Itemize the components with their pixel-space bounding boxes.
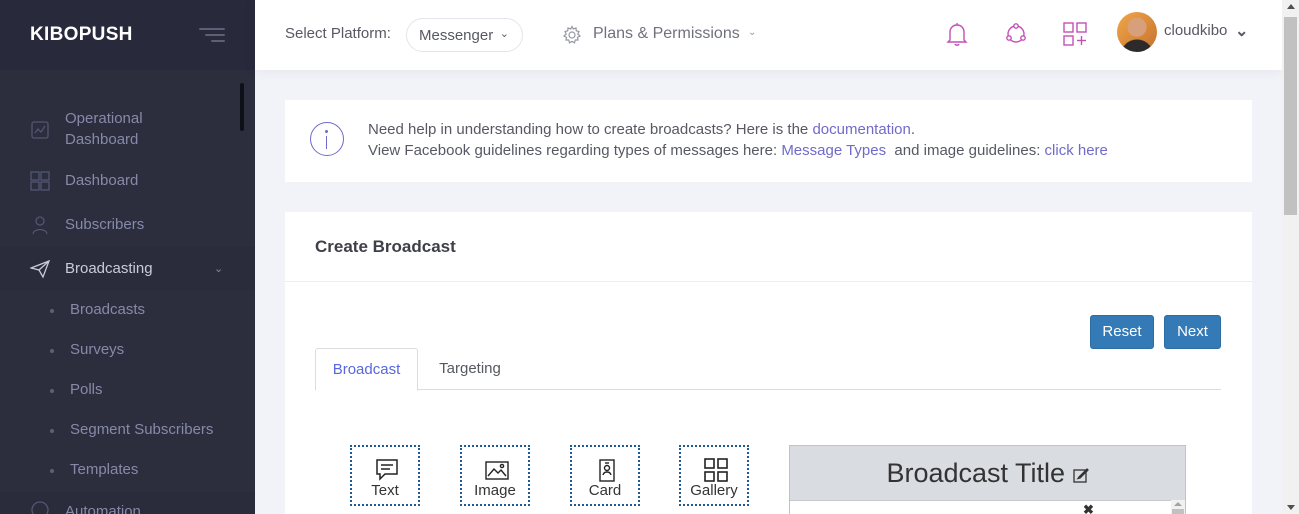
sidebar-item-label: Subscribers (65, 216, 145, 233)
edit-icon[interactable] (1072, 467, 1089, 483)
scroll-down-icon[interactable] (1287, 505, 1295, 510)
brand-logo: KIBOPUSH (30, 24, 133, 45)
bullet-icon (50, 309, 54, 313)
topbar: Select Platform: Messenger ⌄ Plans & Per… (255, 0, 1282, 70)
id-card-icon (599, 459, 615, 482)
documentation-link[interactable]: documentation (812, 121, 910, 138)
image-guidelines-link[interactable]: click here (1045, 142, 1108, 159)
page-title: Create Broadcast (315, 237, 456, 256)
component-label: Card (588, 482, 622, 499)
close-icon[interactable]: ✖ (1083, 502, 1094, 514)
bell-icon[interactable] (945, 21, 969, 47)
chevron-down-icon: ⌄ (1235, 23, 1249, 40)
avatar (1117, 12, 1157, 52)
info-icon (310, 122, 344, 156)
image-icon (485, 461, 509, 480)
sidebar-item-label: Operational Dashboard (65, 110, 143, 148)
preview-title[interactable]: Broadcast Title (790, 458, 1185, 489)
message-types-link[interactable]: Message Types (781, 142, 886, 159)
sidebar-item-dashboard[interactable]: Dashboard (0, 170, 255, 192)
component-card-button[interactable]: Card (570, 445, 640, 506)
info-text: Need help in understanding how to create… (368, 121, 813, 138)
tab-targeting[interactable]: Targeting (425, 348, 515, 390)
sidebar-subitem-surveys[interactable]: Surveys (0, 331, 255, 371)
sidebar-item-broadcasting[interactable]: Broadcasting ⌄ (0, 247, 255, 291)
component-image-button[interactable]: Image (460, 445, 530, 506)
component-label: Image (474, 482, 516, 499)
info-line-1: Need help in understanding how to create… (368, 121, 915, 138)
automation-icon (31, 501, 49, 514)
sidebar-subitem-templates[interactable]: Templates (0, 451, 255, 491)
sidebar-subitem-label: Polls (70, 381, 103, 398)
next-button[interactable]: Next (1164, 315, 1221, 349)
sidebar-item-automation[interactable]: Automation (0, 492, 255, 514)
preview-scrollbar[interactable] (1171, 500, 1185, 514)
brand-bar: KIBOPUSH (0, 0, 255, 70)
info-text: and image guidelines: (886, 142, 1045, 159)
card-header: Create Broadcast (285, 212, 1252, 282)
hamburger-icon[interactable] (199, 26, 225, 44)
platform-select[interactable]: Messenger ⌄ (406, 18, 523, 52)
sidebar-subitem-label: Broadcasts (70, 301, 146, 318)
bullet-icon (50, 389, 54, 393)
bullet-icon (50, 429, 54, 433)
sidebar-item-label: Dashboard (65, 172, 139, 189)
component-text-button[interactable]: Text (350, 445, 420, 506)
component-label: Text (371, 482, 399, 499)
paper-plane-icon (30, 259, 50, 279)
component-label: Gallery (690, 482, 738, 499)
grid-icon (30, 171, 50, 191)
chevron-down-icon: ⌄ (748, 27, 757, 38)
sidebar-subitem-broadcasts[interactable]: Broadcasts (0, 291, 255, 331)
page-scrollbar[interactable] (1282, 0, 1299, 514)
preview-title-text: Broadcast Title (886, 458, 1066, 488)
broadcast-preview: Broadcast Title ✖ (789, 445, 1186, 514)
message-icon (376, 459, 398, 481)
bullet-icon (50, 349, 54, 353)
sidebar-subitem-label: Surveys (70, 341, 125, 358)
tab-broadcast[interactable]: Broadcast (315, 348, 418, 391)
info-text: . (910, 121, 916, 138)
sidebar-subitem-label: Segment Subscribers (70, 421, 214, 438)
scroll-up-icon[interactable] (1287, 4, 1295, 9)
broadcast-tabs: Broadcast Targeting (315, 348, 1221, 391)
reset-button[interactable]: Reset (1090, 315, 1154, 349)
user-menu[interactable]: cloudkibo ⌄ (1117, 12, 1257, 52)
preview-body (790, 500, 1185, 514)
sidebar-subitem-segment-subscribers[interactable]: Segment Subscribers (0, 411, 255, 451)
sidebar-subitem-polls[interactable]: Polls (0, 371, 255, 411)
platform-select-value: Messenger (419, 27, 494, 44)
gallery-grid-icon (704, 458, 728, 482)
sidebar-item-label: Automation (65, 503, 141, 514)
chevron-down-icon: ⌄ (499, 28, 509, 40)
scroll-thumb[interactable] (1172, 509, 1184, 514)
user-icon (32, 216, 48, 235)
chart-board-icon (31, 121, 49, 139)
sidebar-item-label: Broadcasting (65, 260, 153, 277)
platform-label: Select Platform: (285, 25, 391, 42)
username: cloudkibo (1164, 22, 1228, 39)
chevron-down-icon: ⌄ (214, 263, 224, 275)
scroll-thumb[interactable] (1284, 17, 1297, 215)
sidebar-item-operational-dashboard[interactable]: Operational Dashboard (0, 108, 255, 152)
bullet-icon (50, 469, 54, 473)
info-line-2: View Facebook guidelines regarding types… (368, 142, 1108, 159)
component-gallery-button[interactable]: Gallery (679, 445, 749, 506)
gear-icon (562, 25, 582, 44)
sidebar-item-subscribers[interactable]: Subscribers (0, 214, 255, 236)
sidebar-subitem-label: Templates (70, 461, 139, 478)
scroll-up-icon[interactable] (1174, 502, 1182, 506)
help-info-box: Need help in understanding how to create… (285, 100, 1252, 182)
network-icon[interactable] (1004, 21, 1028, 47)
add-apps-icon[interactable] (1063, 21, 1087, 47)
plans-label: Plans & Permissions (593, 25, 740, 42)
info-text: View Facebook guidelines regarding types… (368, 142, 782, 159)
create-broadcast-card: Create Broadcast Reset Next Broadcast Ta… (285, 212, 1252, 514)
sidebar: KIBOPUSH Operational Dashboard Dashboard… (0, 0, 255, 514)
